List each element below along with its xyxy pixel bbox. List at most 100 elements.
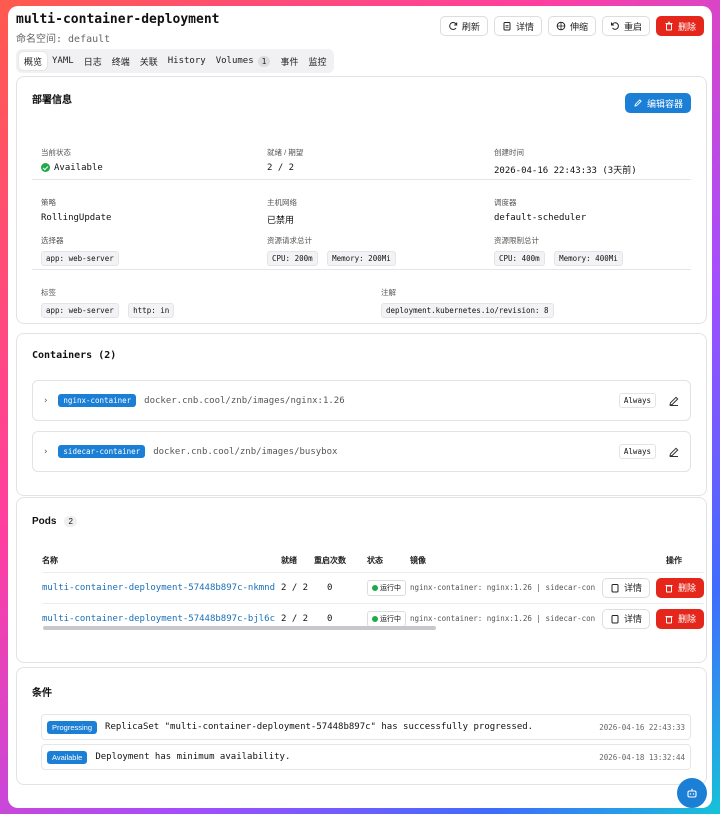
ready-value: 2 / 2 bbox=[267, 163, 295, 173]
pod-details-label: 详情 bbox=[623, 614, 642, 625]
scale-icon bbox=[556, 21, 566, 31]
pencil-icon[interactable] bbox=[668, 446, 680, 458]
tab-label: Volumes bbox=[215, 56, 254, 66]
details-button[interactable]: 详情 bbox=[493, 16, 542, 36]
tab-yaml[interactable]: YAML bbox=[47, 52, 79, 70]
status-field: 当前状态 Available bbox=[41, 147, 103, 173]
column-header: 就绪 bbox=[281, 556, 297, 566]
selector-label: 选择器 bbox=[41, 236, 64, 245]
requests-field: 资源请求总计 CPU: 200m Memory: 200Mi bbox=[267, 235, 400, 266]
requests-memory-chip: Memory: 200Mi bbox=[327, 251, 396, 266]
tab-related[interactable]: 关联 bbox=[135, 52, 163, 70]
horizontal-scrollbar[interactable] bbox=[43, 626, 436, 630]
pod-ready: 2 / 2 bbox=[281, 571, 314, 603]
tab-logs[interactable]: 日志 bbox=[79, 52, 107, 70]
tab-label: 事件 bbox=[280, 57, 299, 68]
edit-container-button[interactable]: 编辑容器 bbox=[624, 93, 691, 113]
status-value: Available bbox=[54, 163, 103, 173]
container-row[interactable]: › sidecar-container docker.cnb.cool/znb/… bbox=[32, 431, 691, 472]
restart-button[interactable]: 重启 bbox=[601, 16, 650, 36]
clipboard-icon bbox=[610, 583, 620, 593]
tab-volumes[interactable]: Volumes 1 bbox=[211, 52, 276, 70]
strategy-field: 策略 RollingUpdate bbox=[41, 197, 111, 223]
labels-field: 标签 app: web-server http: in bbox=[41, 287, 178, 318]
edit-container-label: 编辑容器 bbox=[646, 98, 683, 109]
page-header: multi-container-deployment 命名空间: default… bbox=[16, 12, 704, 52]
container-row[interactable]: › nginx-container docker.cnb.cool/znb/im… bbox=[32, 380, 691, 421]
pencil-icon[interactable] bbox=[668, 395, 680, 407]
pods-header: Pods 2 bbox=[32, 516, 77, 527]
pod-image: nginx-container: nginx:1.26 | sidecar-co… bbox=[410, 583, 596, 592]
condition-message: ReplicaSet "multi-container-deployment-5… bbox=[105, 722, 534, 732]
refresh-label: 刷新 bbox=[461, 21, 480, 32]
pod-status-badge: 运行中 bbox=[367, 579, 406, 596]
hostnet-value: 已禁用 bbox=[267, 215, 295, 225]
strategy-value: RollingUpdate bbox=[41, 213, 112, 223]
limits-label: 资源限制总计 bbox=[494, 236, 539, 245]
scheduler-field: 调度器 default-scheduler bbox=[494, 197, 586, 223]
ready-field: 就绪 / 期望 2 / 2 bbox=[267, 147, 303, 173]
tab-label: History bbox=[167, 56, 206, 66]
trash-icon bbox=[664, 21, 674, 31]
chat-assistant-button[interactable] bbox=[677, 778, 707, 808]
annotation-chip: deployment.kubernetes.io/revision: 8 bbox=[381, 303, 554, 318]
check-circle-icon bbox=[41, 163, 50, 172]
status-label: 当前状态 bbox=[41, 148, 71, 157]
selector-chip: app: web-server bbox=[41, 251, 119, 266]
created-label: 创建时间 bbox=[494, 148, 524, 157]
check-circle-icon bbox=[372, 615, 378, 622]
tab-overview[interactable]: 概览 bbox=[19, 52, 48, 70]
pod-restarts: 0 bbox=[314, 571, 367, 603]
pod-name-link[interactable]: multi-container-deployment-57448b897c-bj… bbox=[42, 614, 275, 624]
restart-icon bbox=[610, 21, 620, 31]
condition-type-tag: Progressing bbox=[47, 720, 98, 734]
pod-details-button[interactable]: 详情 bbox=[601, 608, 650, 629]
chevron-right-icon[interactable]: › bbox=[43, 447, 48, 457]
label-chip: http: in bbox=[128, 303, 175, 318]
table-header-row: 名称 就绪 重启次数 状态 镜像 操作 bbox=[42, 550, 704, 572]
column-header: 操作 bbox=[666, 556, 682, 566]
pods-table: 名称 就绪 重启次数 状态 镜像 操作 multi-container-depl… bbox=[42, 550, 704, 634]
restart-label: 重启 bbox=[623, 21, 642, 32]
requests-cpu-chip: CPU: 200m bbox=[267, 251, 318, 266]
trash-icon bbox=[664, 614, 674, 624]
volumes-count-badge: 1 bbox=[257, 55, 271, 67]
created-field: 创建时间 2026-04-16 22:43:33 (3天前) bbox=[494, 147, 637, 176]
created-value: 2026-04-16 22:43:33 (3天前) bbox=[494, 166, 637, 176]
edit-icon bbox=[633, 98, 643, 108]
condition-type-tag: Available bbox=[47, 750, 88, 764]
containers-title: Containers (2) bbox=[32, 350, 117, 361]
refresh-button[interactable]: 刷新 bbox=[439, 16, 488, 36]
pod-status-text: 运行中 bbox=[380, 614, 401, 623]
container-image: docker.cnb.cool/znb/images/busybox bbox=[153, 446, 338, 457]
tab-events[interactable]: 事件 bbox=[275, 52, 303, 70]
delete-button[interactable]: 删除 bbox=[655, 16, 704, 36]
scheduler-value: default-scheduler bbox=[494, 213, 587, 223]
robot-icon bbox=[687, 788, 697, 798]
column-header: 状态 bbox=[367, 556, 383, 566]
pod-delete-button[interactable]: 删除 bbox=[655, 608, 704, 629]
limits-cpu-chip: CPU: 400m bbox=[494, 251, 545, 266]
scheduler-label: 调度器 bbox=[494, 198, 517, 207]
limits-memory-chip: Memory: 400Mi bbox=[554, 251, 623, 266]
container-name-tag: nginx-container bbox=[58, 394, 137, 407]
hostnet-label: 主机网络 bbox=[267, 198, 297, 207]
column-header: 镜像 bbox=[410, 556, 426, 566]
tab-label: 关联 bbox=[139, 57, 158, 68]
pod-details-button[interactable]: 详情 bbox=[601, 577, 650, 598]
pods-title: Pods bbox=[32, 516, 57, 527]
delete-label: 删除 bbox=[677, 21, 696, 32]
tab-bar: 概览 YAML 日志 终端 关联 History Volumes 1 事件 监控 bbox=[16, 49, 335, 73]
pod-name-link[interactable]: multi-container-deployment-57448b897c-nk… bbox=[42, 583, 275, 593]
tab-terminal[interactable]: 终端 bbox=[107, 52, 135, 70]
tab-monitoring[interactable]: 监控 bbox=[303, 52, 331, 70]
tab-label: 日志 bbox=[83, 57, 102, 68]
ready-label: 就绪 / 期望 bbox=[267, 148, 304, 157]
divider bbox=[32, 269, 691, 270]
tab-label: 监控 bbox=[308, 57, 327, 68]
pod-image: nginx-container: nginx:1.26 | sidecar-co… bbox=[410, 614, 596, 624]
scale-button[interactable]: 伸缩 bbox=[547, 16, 596, 36]
chevron-right-icon[interactable]: › bbox=[43, 396, 48, 406]
pod-delete-button[interactable]: 删除 bbox=[655, 577, 704, 598]
tab-history[interactable]: History bbox=[163, 52, 211, 70]
